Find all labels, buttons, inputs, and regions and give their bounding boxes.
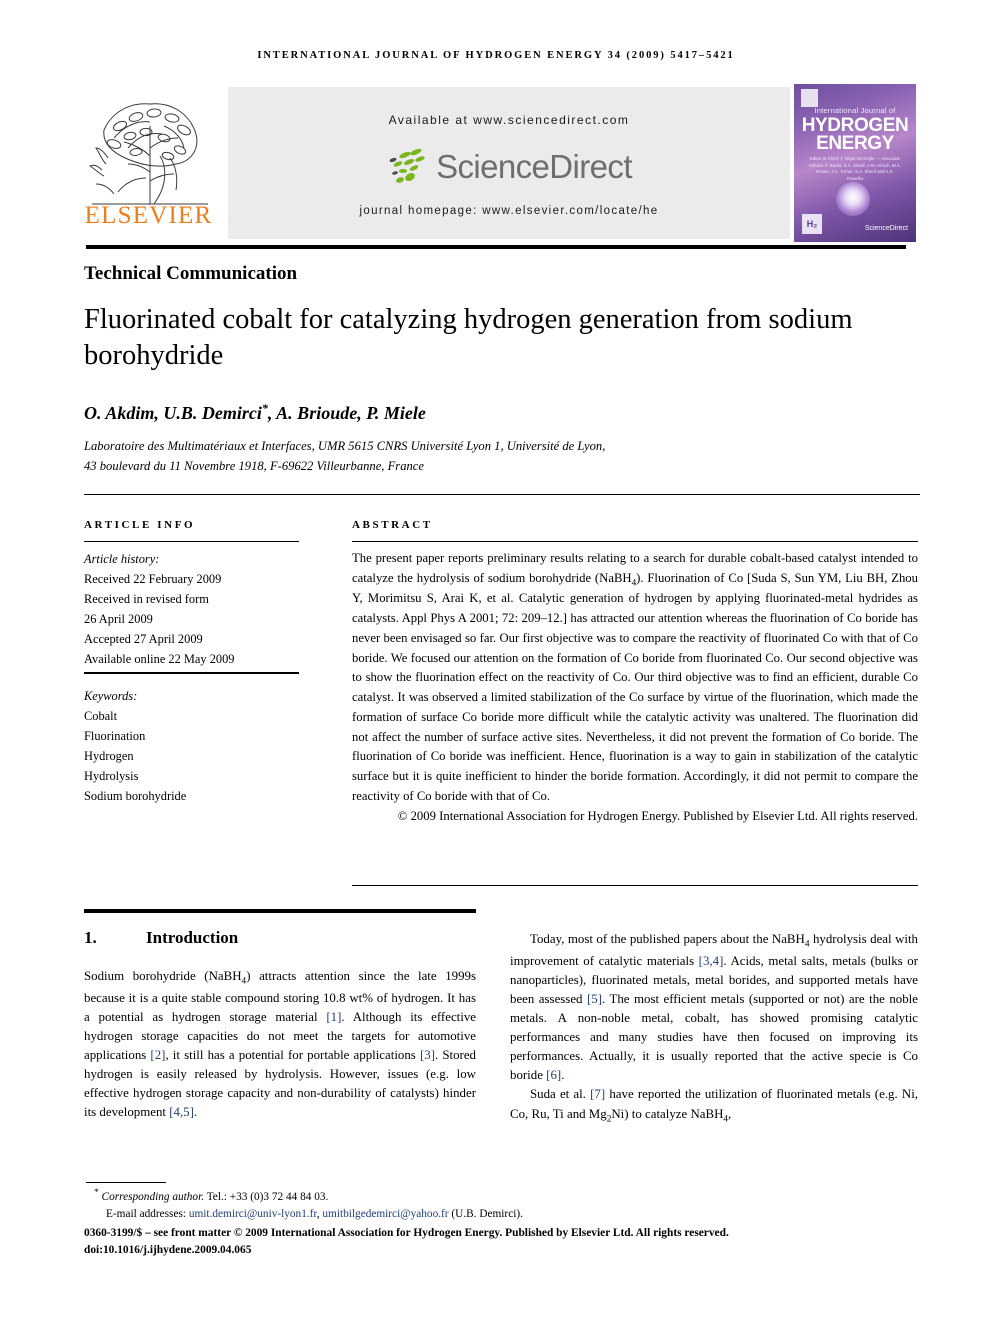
keyword-item: Hydrolysis bbox=[84, 769, 139, 784]
keyword-item: Hydrogen bbox=[84, 749, 134, 764]
email-addresses-label: E-mail addresses: bbox=[106, 1207, 186, 1220]
footnote-block: * Corresponding author. Tel.: +33 (0)3 7… bbox=[84, 1186, 920, 1259]
info-top-rule bbox=[84, 494, 920, 495]
history-item: Received 22 February 2009 bbox=[84, 572, 222, 587]
keyword-item: Sodium borohydride bbox=[84, 789, 187, 804]
sciencedirect-box: Available at www.sciencedirect.com Scien… bbox=[228, 87, 790, 239]
section-divider-rule bbox=[84, 909, 476, 913]
citation-link[interactable]: [1] bbox=[326, 1010, 341, 1024]
footnote-marker: * bbox=[94, 1188, 99, 1198]
article-history: Article history: Received 22 February 20… bbox=[84, 549, 299, 670]
citation-link[interactable]: [3] bbox=[420, 1048, 435, 1062]
article-info-heading: ARTICLE INFO bbox=[84, 519, 196, 531]
citation-link[interactable]: [7] bbox=[590, 1087, 605, 1101]
journal-cover-thumbnail: International Journal of HYDROGEN ENERGY… bbox=[794, 84, 916, 242]
available-at-text: Available at www.sciencedirect.com bbox=[388, 113, 630, 127]
banner-divider-rule bbox=[86, 245, 906, 249]
issn-copyright-line: 0360-3199/$ – see front matter © 2009 In… bbox=[84, 1226, 729, 1239]
body-column-right: Today, most of the published papers abou… bbox=[510, 930, 918, 1127]
corresponding-author-tel: Tel.: +33 (0)3 72 44 84 03. bbox=[206, 1190, 329, 1203]
email-owner: (U.B. Demirci). bbox=[451, 1207, 523, 1220]
running-head: International Journal of Hydrogen Energy… bbox=[257, 50, 735, 61]
history-item: 26 April 2009 bbox=[84, 612, 153, 627]
cover-sciencedirect-mark: ScienceDirect bbox=[864, 225, 908, 232]
elsevier-wordmark: ELSEVIER bbox=[84, 202, 213, 229]
citation-link[interactable]: [4,5] bbox=[169, 1105, 194, 1119]
abstract-rule bbox=[352, 541, 918, 542]
affiliation-line-2: 43 boulevard du 11 Novembre 1918, F-6962… bbox=[84, 458, 424, 473]
history-item: Available online 22 May 2009 bbox=[84, 652, 235, 667]
author-names-rest: , A. Brioude, P. Miele bbox=[267, 403, 426, 423]
citation-link[interactable]: [6] bbox=[546, 1068, 561, 1082]
abstract-block: The present paper reports preliminary re… bbox=[352, 549, 918, 826]
cover-elsevier-mark bbox=[801, 89, 818, 107]
page-title: Fluorinated cobalt for catalyzing hydrog… bbox=[84, 304, 853, 372]
section-number: 1. bbox=[84, 928, 97, 947]
citation-link[interactable]: [5] bbox=[587, 992, 602, 1006]
keyword-item: Fluorination bbox=[84, 729, 146, 744]
corresponding-author-note: * Corresponding author. Tel.: +33 (0)3 7… bbox=[84, 1186, 920, 1206]
keywords-divider-rule bbox=[84, 672, 299, 674]
article-type-label: Technical Communication bbox=[84, 263, 298, 284]
abstract-heading: ABSTRACT bbox=[352, 519, 433, 531]
abstract-copyright: © 2009 International Association for Hyd… bbox=[397, 808, 918, 823]
affiliation-line-1: Laboratoire des Multimatériaux et Interf… bbox=[84, 439, 606, 453]
author-names-first: O. Akdim, U.B. Demirci bbox=[84, 403, 262, 423]
history-item: Accepted 27 April 2009 bbox=[84, 632, 203, 647]
sciencedirect-logo: ScienceDirect bbox=[228, 139, 790, 195]
paragraph: Today, most of the published papers abou… bbox=[510, 932, 919, 1083]
citation-link[interactable]: [3,4] bbox=[699, 954, 724, 968]
sciencedirect-leaves-icon bbox=[389, 148, 425, 183]
paragraph: Suda et al. [7] have reported the utiliz… bbox=[510, 1087, 918, 1125]
abstract-bottom-rule bbox=[352, 885, 918, 886]
author-list: O. Akdim, U.B. Demirci*, A. Brioude, P. … bbox=[84, 401, 426, 424]
journal-homepage-text: journal homepage: www.elsevier.com/locat… bbox=[359, 205, 659, 217]
body-column-left: Sodium borohydride (NaBH4) attracts atte… bbox=[84, 967, 476, 1122]
email-link-secondary[interactable]: umitbilgedemirci@yahoo.fr bbox=[322, 1208, 448, 1220]
keyword-item: Cobalt bbox=[84, 709, 118, 724]
cover-h2-badge: H₂ bbox=[802, 214, 822, 234]
footnote-rule bbox=[86, 1182, 166, 1183]
affiliation: Laboratoire des Multimatériaux et Interf… bbox=[84, 437, 874, 476]
paper-page: International Journal of Hydrogen Energy… bbox=[0, 0, 992, 1323]
history-item: Received in revised form bbox=[84, 592, 209, 607]
elsevier-tree-icon bbox=[84, 86, 214, 208]
cover-editors: Editor-in-Chief: T. Nejat Veziroğlu — As… bbox=[809, 156, 901, 181]
keywords-label: Keywords: bbox=[84, 689, 138, 703]
elsevier-logo: ELSEVIER bbox=[76, 84, 221, 242]
cover-subtitle: International Journal of bbox=[814, 106, 896, 115]
publisher-banner: ELSEVIER Available at www.sciencedirect.… bbox=[76, 84, 916, 242]
corresponding-author-label: Corresponding author. bbox=[101, 1190, 205, 1203]
cover-title-line2: ENERGY bbox=[816, 133, 894, 154]
section-title-text: Introduction bbox=[146, 928, 239, 947]
keywords-block: Keywords: Cobalt Fluorination Hydrogen H… bbox=[84, 686, 299, 807]
cover-orb-graphic bbox=[836, 182, 870, 216]
email-link-primary[interactable]: umit.demirci@univ-lyon1.fr bbox=[189, 1208, 317, 1220]
article-info-rule bbox=[84, 541, 299, 542]
email-note: E-mail addresses: umit.demirci@univ-lyon… bbox=[84, 1206, 920, 1223]
abstract-body: The present paper reports preliminary re… bbox=[352, 551, 918, 803]
doi-line: doi:10.1016/j.ijhydene.2009.04.065 bbox=[84, 1243, 252, 1256]
section-heading: 1. Introduction bbox=[84, 928, 238, 948]
article-history-label: Article history: bbox=[84, 552, 160, 566]
sciencedirect-wordmark: ScienceDirect bbox=[436, 148, 632, 185]
citation-link[interactable]: [2] bbox=[150, 1048, 165, 1062]
paragraph: Sodium borohydride (NaBH4) attracts atte… bbox=[84, 969, 477, 1120]
